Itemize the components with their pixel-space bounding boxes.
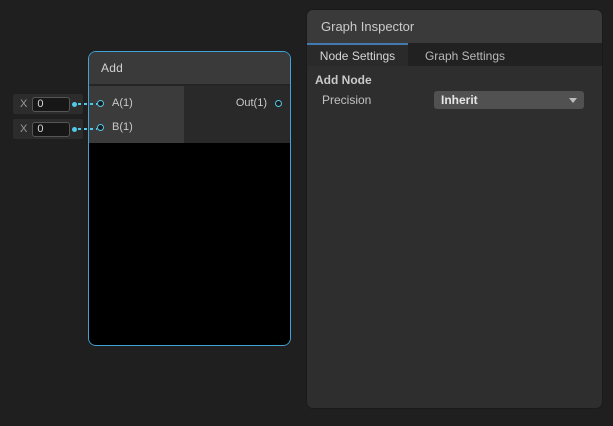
precision-dropdown-value: Inherit <box>441 93 569 107</box>
port-b-connector-icon[interactable] <box>97 124 104 131</box>
tab-node-settings[interactable]: Node Settings <box>307 43 408 66</box>
port-a-connector-icon[interactable] <box>97 100 104 107</box>
inspector-tab-row: Node Settings Graph Settings <box>307 43 602 66</box>
port-out-label: Out(1) <box>236 97 267 109</box>
section-title: Add Node <box>315 73 602 87</box>
port-b-label: B(1) <box>112 121 133 133</box>
add-node[interactable]: Add A(1) B(1) Out(1) <box>88 51 291 346</box>
wire-a <box>78 103 97 105</box>
port-row-out: Out(1) <box>184 91 290 115</box>
port-row-a: A(1) <box>89 91 184 115</box>
tab-graph-settings[interactable]: Graph Settings <box>408 43 522 66</box>
port-a-default-field: X <box>13 94 83 114</box>
inspector-title: Graph Inspector <box>321 19 414 34</box>
port-a-label: A(1) <box>112 97 133 109</box>
output-ports-section: Out(1) <box>184 86 290 143</box>
node-preview <box>89 143 290 345</box>
precision-field-row: Precision Inherit <box>322 90 602 110</box>
precision-label: Precision <box>322 93 434 107</box>
port-row-b: B(1) <box>89 115 184 139</box>
shader-graph-window: Add A(1) B(1) Out(1) <box>0 0 613 426</box>
port-out-connector-icon[interactable] <box>275 100 282 107</box>
graph-inspector-panel: Graph Inspector Node Settings Graph Sett… <box>307 10 602 408</box>
precision-dropdown[interactable]: Inherit <box>434 91 584 109</box>
node-settings-content: Add Node Precision Inherit <box>307 66 602 110</box>
port-b-value-input[interactable] <box>32 122 70 137</box>
node-header[interactable]: Add <box>89 52 290 86</box>
node-ports: A(1) B(1) Out(1) <box>89 86 290 143</box>
wire-b <box>78 128 97 130</box>
chevron-down-icon <box>569 98 577 103</box>
connector-dot-icon <box>72 127 77 132</box>
port-a-value-input[interactable] <box>32 97 70 112</box>
axis-x-label: X <box>20 123 27 135</box>
connector-dot-icon <box>72 102 77 107</box>
port-b-default-field: X <box>13 119 83 139</box>
node-title: Add <box>101 61 123 75</box>
inspector-title-bar[interactable]: Graph Inspector <box>307 10 602 43</box>
axis-x-label: X <box>20 98 27 110</box>
input-ports-section: A(1) B(1) <box>89 86 184 143</box>
